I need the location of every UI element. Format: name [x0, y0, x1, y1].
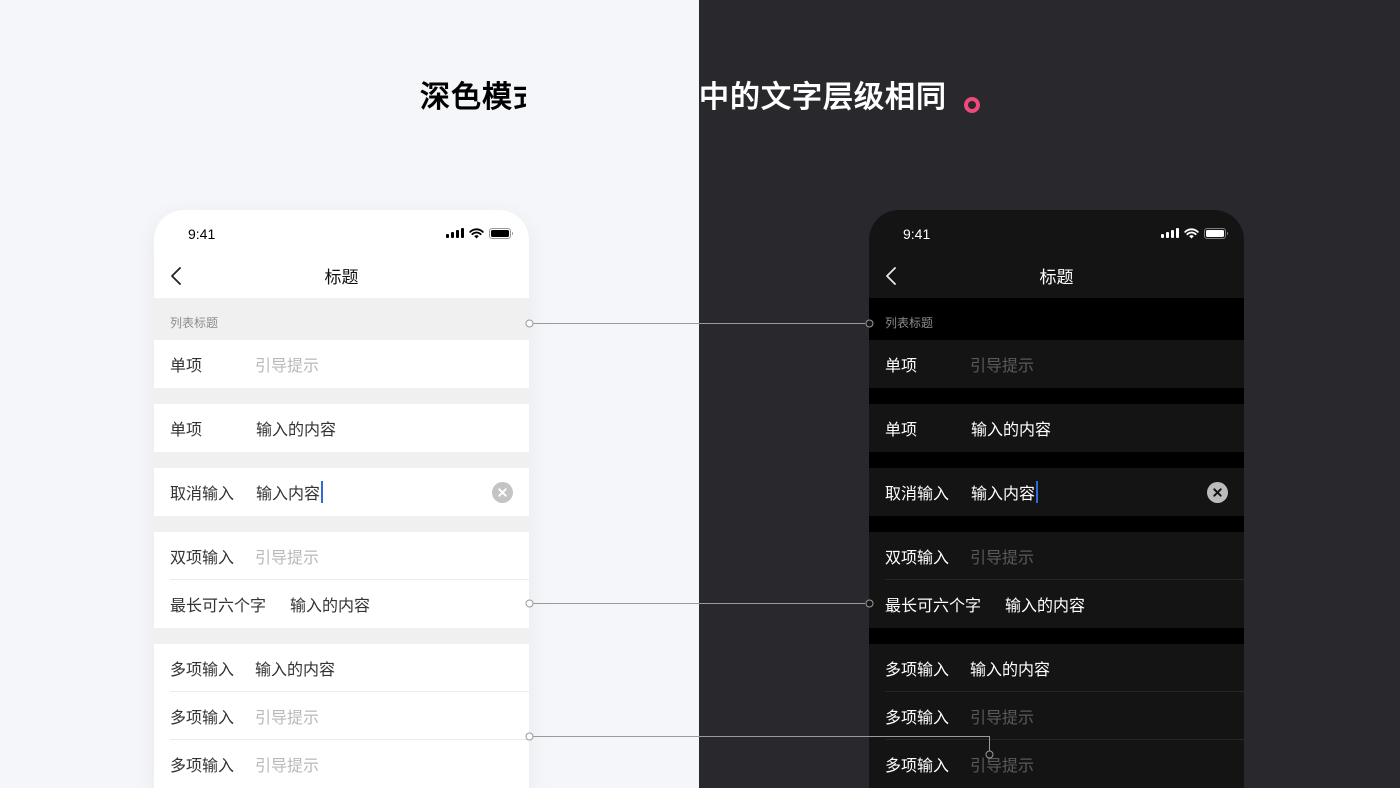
list-item[interactable]: 多项输入 引导提示 — [869, 692, 1244, 740]
clear-input-icon[interactable] — [1207, 482, 1228, 503]
input-value[interactable]: 输入的内容 — [971, 416, 1051, 440]
signal-icon — [1161, 228, 1179, 238]
row-label: 多项输入 — [170, 756, 235, 775]
clear-input-icon[interactable] — [492, 482, 513, 503]
input-placeholder[interactable]: 引导提示 — [970, 352, 1034, 376]
input-value: 输入内容 — [256, 484, 321, 503]
row-label: 单项 — [885, 356, 918, 375]
list-item[interactable]: 单项 引导提示 — [869, 340, 1244, 388]
row-label: 单项 — [170, 420, 203, 439]
row-label: 最长可六个字 — [885, 596, 982, 615]
list-item[interactable]: 最长可六个字 输入的内容 — [869, 580, 1244, 628]
page-title: 标题 — [1039, 268, 1074, 288]
input-placeholder[interactable]: 引导提示 — [970, 752, 1034, 776]
row-label: 双项输入 — [885, 548, 950, 567]
input-value: 输入内容 — [971, 484, 1036, 503]
input-value[interactable]: 输入的内容 — [290, 592, 370, 616]
text-input[interactable]: 输入内容 — [256, 480, 324, 504]
dark-mode-phone: 9:41 标题 列表标题 单项 引导提示 单项 输入的内容 取消输入 输入内容 … — [869, 210, 1244, 788]
list-item[interactable]: 多项输入 输入的内容 — [154, 644, 529, 692]
light-mode-phone: 9:41 标题 列表标题 单项 引导提示 单项 输入的内容 取消输入 输入内容 … — [154, 210, 529, 788]
status-icons — [446, 227, 513, 239]
list-item[interactable]: 取消输入 输入内容 — [869, 468, 1244, 516]
row-label: 取消输入 — [885, 484, 950, 503]
input-placeholder[interactable]: 引导提示 — [255, 544, 319, 568]
input-placeholder[interactable]: 引导提示 — [255, 704, 319, 728]
navigation-bar: 标题 — [154, 254, 529, 298]
accent-dot-icon — [964, 97, 980, 113]
list-item[interactable]: 单项 输入的内容 — [154, 404, 529, 452]
list-item[interactable]: 多项输入 引导提示 — [154, 692, 529, 740]
wifi-icon — [469, 227, 484, 238]
battery-icon — [489, 227, 513, 239]
status-bar: 9:41 — [869, 210, 1244, 254]
headline: 深色模式与浅色模式中的文字层级相同 深色模式与浅色模式中的文字层级相同 — [0, 78, 1400, 122]
status-bar: 9:41 — [154, 210, 529, 254]
row-label: 双项输入 — [170, 548, 235, 567]
list-item[interactable]: 单项 引导提示 — [154, 340, 529, 388]
form-list: 列表标题 单项 引导提示 单项 输入的内容 取消输入 输入内容 双项输入 引导提… — [869, 298, 1244, 788]
form-list: 列表标题 单项 引导提示 单项 输入的内容 取消输入 输入内容 双项输入 引导提… — [154, 298, 529, 788]
row-label: 单项 — [170, 356, 203, 375]
input-value[interactable]: 输入的内容 — [970, 656, 1050, 680]
list-item[interactable]: 多项输入 引导提示 — [154, 740, 529, 788]
row-label: 单项 — [885, 420, 918, 439]
row-label: 多项输入 — [885, 756, 950, 775]
list-item[interactable]: 取消输入 输入内容 — [154, 468, 529, 516]
list-item[interactable]: 多项输入 引导提示 — [869, 740, 1244, 788]
wifi-icon — [1184, 227, 1199, 238]
input-value[interactable]: 输入的内容 — [255, 656, 335, 680]
list-item[interactable]: 多项输入 输入的内容 — [869, 644, 1244, 692]
text-input[interactable]: 输入内容 — [971, 480, 1039, 504]
input-placeholder[interactable]: 引导提示 — [255, 352, 319, 376]
row-label: 多项输入 — [170, 708, 235, 727]
status-icons — [1161, 227, 1228, 239]
row-label: 取消输入 — [170, 484, 235, 503]
navigation-bar: 标题 — [869, 254, 1244, 298]
section-title: 列表标题 — [154, 298, 529, 340]
input-placeholder[interactable]: 引导提示 — [970, 704, 1034, 728]
battery-icon — [1204, 227, 1228, 239]
input-value[interactable]: 输入的内容 — [256, 416, 336, 440]
text-caret — [1036, 481, 1039, 503]
signal-icon — [446, 228, 464, 238]
section-title: 列表标题 — [869, 298, 1244, 340]
status-time: 9:41 — [188, 226, 216, 242]
input-value[interactable]: 输入的内容 — [1005, 592, 1085, 616]
row-label: 多项输入 — [885, 660, 950, 679]
row-label: 最长可六个字 — [170, 596, 267, 615]
page-title: 标题 — [324, 268, 359, 288]
list-item[interactable]: 双项输入 引导提示 — [869, 532, 1244, 580]
row-label: 多项输入 — [170, 660, 235, 679]
list-item[interactable]: 双项输入 引导提示 — [154, 532, 529, 580]
input-placeholder[interactable]: 引导提示 — [970, 544, 1034, 568]
status-time: 9:41 — [903, 226, 931, 242]
text-caret — [321, 481, 324, 503]
input-placeholder[interactable]: 引导提示 — [255, 752, 319, 776]
list-item[interactable]: 最长可六个字 输入的内容 — [154, 580, 529, 628]
list-item[interactable]: 单项 输入的内容 — [869, 404, 1244, 452]
row-label: 多项输入 — [885, 708, 950, 727]
